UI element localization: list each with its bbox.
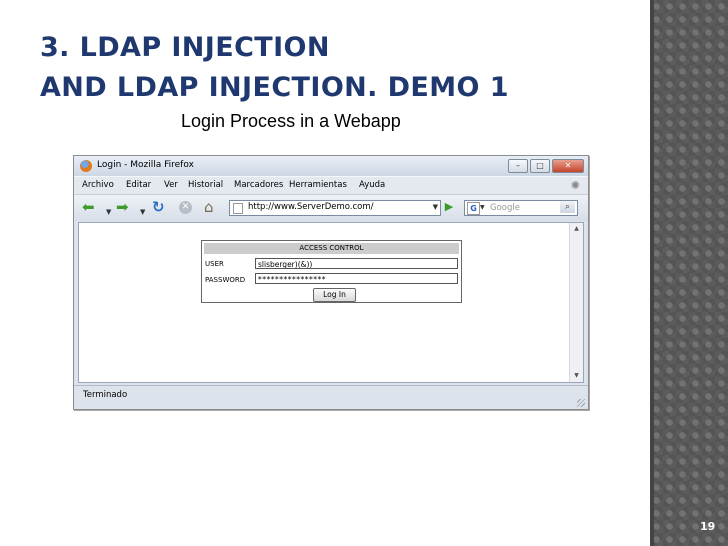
window-titlebar: Login - Mozilla Firefox – □ ✕ — [74, 156, 588, 176]
slide-title-line-2: AND LDAP INJECTION. DEMO 1 — [40, 72, 509, 103]
home-icon[interactable]: ⌂ — [204, 199, 214, 216]
search-placeholder: Google — [490, 203, 520, 213]
scroll-down-icon[interactable]: ▼ — [570, 370, 583, 382]
window-title: Login - Mozilla Firefox — [97, 160, 194, 170]
activity-throbber-icon: ✺ — [570, 179, 580, 192]
login-button[interactable]: Log In — [313, 288, 356, 302]
window-controls: – □ ✕ — [508, 159, 584, 173]
go-icon[interactable]: ▶ — [442, 200, 456, 214]
page-number: 19 — [700, 520, 716, 533]
menu-item-archivo[interactable]: Archivo — [82, 180, 114, 190]
vertical-scrollbar[interactable]: ▲ ▼ — [569, 223, 583, 382]
menu-bar: Archivo Editar Ver Historial Marcadores … — [74, 176, 588, 194]
page-icon — [233, 203, 243, 214]
page-content: ACCESS CONTROL USER slisberger)(&)) PASS… — [78, 222, 584, 383]
status-bar: Terminado — [74, 385, 588, 409]
google-engine-icon[interactable]: G — [467, 202, 480, 215]
reload-icon[interactable]: ↻ — [152, 199, 165, 216]
maximize-button[interactable]: □ — [530, 159, 550, 173]
back-arrow-icon[interactable]: ⬅ — [82, 199, 95, 216]
forward-arrow-icon[interactable]: ➡ — [116, 199, 129, 216]
menu-item-editar[interactable]: Editar — [126, 180, 151, 190]
user-label: USER — [205, 260, 224, 268]
decorative-side-strip — [650, 0, 728, 546]
password-input[interactable]: **************** — [255, 273, 458, 284]
password-label: PASSWORD — [205, 276, 246, 284]
menu-item-ayuda[interactable]: Ayuda — [359, 180, 385, 190]
firefox-logo-icon — [80, 160, 92, 172]
slide-title-line-1: 3. LDAP INJECTION — [40, 32, 330, 63]
menu-item-historial[interactable]: Historial — [188, 180, 223, 190]
search-engine-dropdown-icon[interactable]: ▼ — [480, 204, 485, 211]
url-text: http://www.ServerDemo.com/ — [248, 202, 374, 212]
menu-item-marcadores[interactable]: Marcadores — [234, 180, 283, 190]
browser-window: Login - Mozilla Firefox – □ ✕ Archivo Ed… — [73, 155, 589, 410]
back-history-dropdown-icon[interactable]: ▼ — [106, 204, 111, 221]
scroll-up-icon[interactable]: ▲ — [570, 223, 583, 235]
url-dropdown-icon[interactable]: ▼ — [433, 203, 438, 211]
resize-grip-icon[interactable] — [577, 399, 585, 407]
close-button[interactable]: ✕ — [552, 159, 584, 173]
magnifier-icon[interactable]: ⌕ — [560, 201, 575, 213]
stop-icon[interactable]: ✕ — [179, 201, 192, 214]
forward-history-dropdown-icon[interactable]: ▼ — [140, 204, 145, 221]
slide-subtitle: Login Process in a Webapp — [181, 111, 401, 131]
slide-title: 3. LDAP INJECTION AND LDAP INJECTION. DE… — [40, 28, 509, 108]
search-box[interactable]: G ▼ Google ⌕ — [464, 200, 578, 216]
form-header: ACCESS CONTROL — [204, 243, 459, 254]
navigation-toolbar: ⬅ ▼ ➡ ▼ ↻ ✕ ⌂ http://www.ServerDemo.com/… — [74, 194, 588, 221]
user-input[interactable]: slisberger)(&)) — [255, 258, 458, 269]
menu-item-ver[interactable]: Ver — [164, 180, 178, 190]
access-control-form: ACCESS CONTROL USER slisberger)(&)) PASS… — [201, 240, 462, 303]
minimize-button[interactable]: – — [508, 159, 528, 173]
status-text: Terminado — [83, 390, 128, 400]
menu-item-herramientas[interactable]: Herramientas — [289, 180, 347, 190]
url-bar[interactable]: http://www.ServerDemo.com/ ▼ — [229, 200, 441, 216]
